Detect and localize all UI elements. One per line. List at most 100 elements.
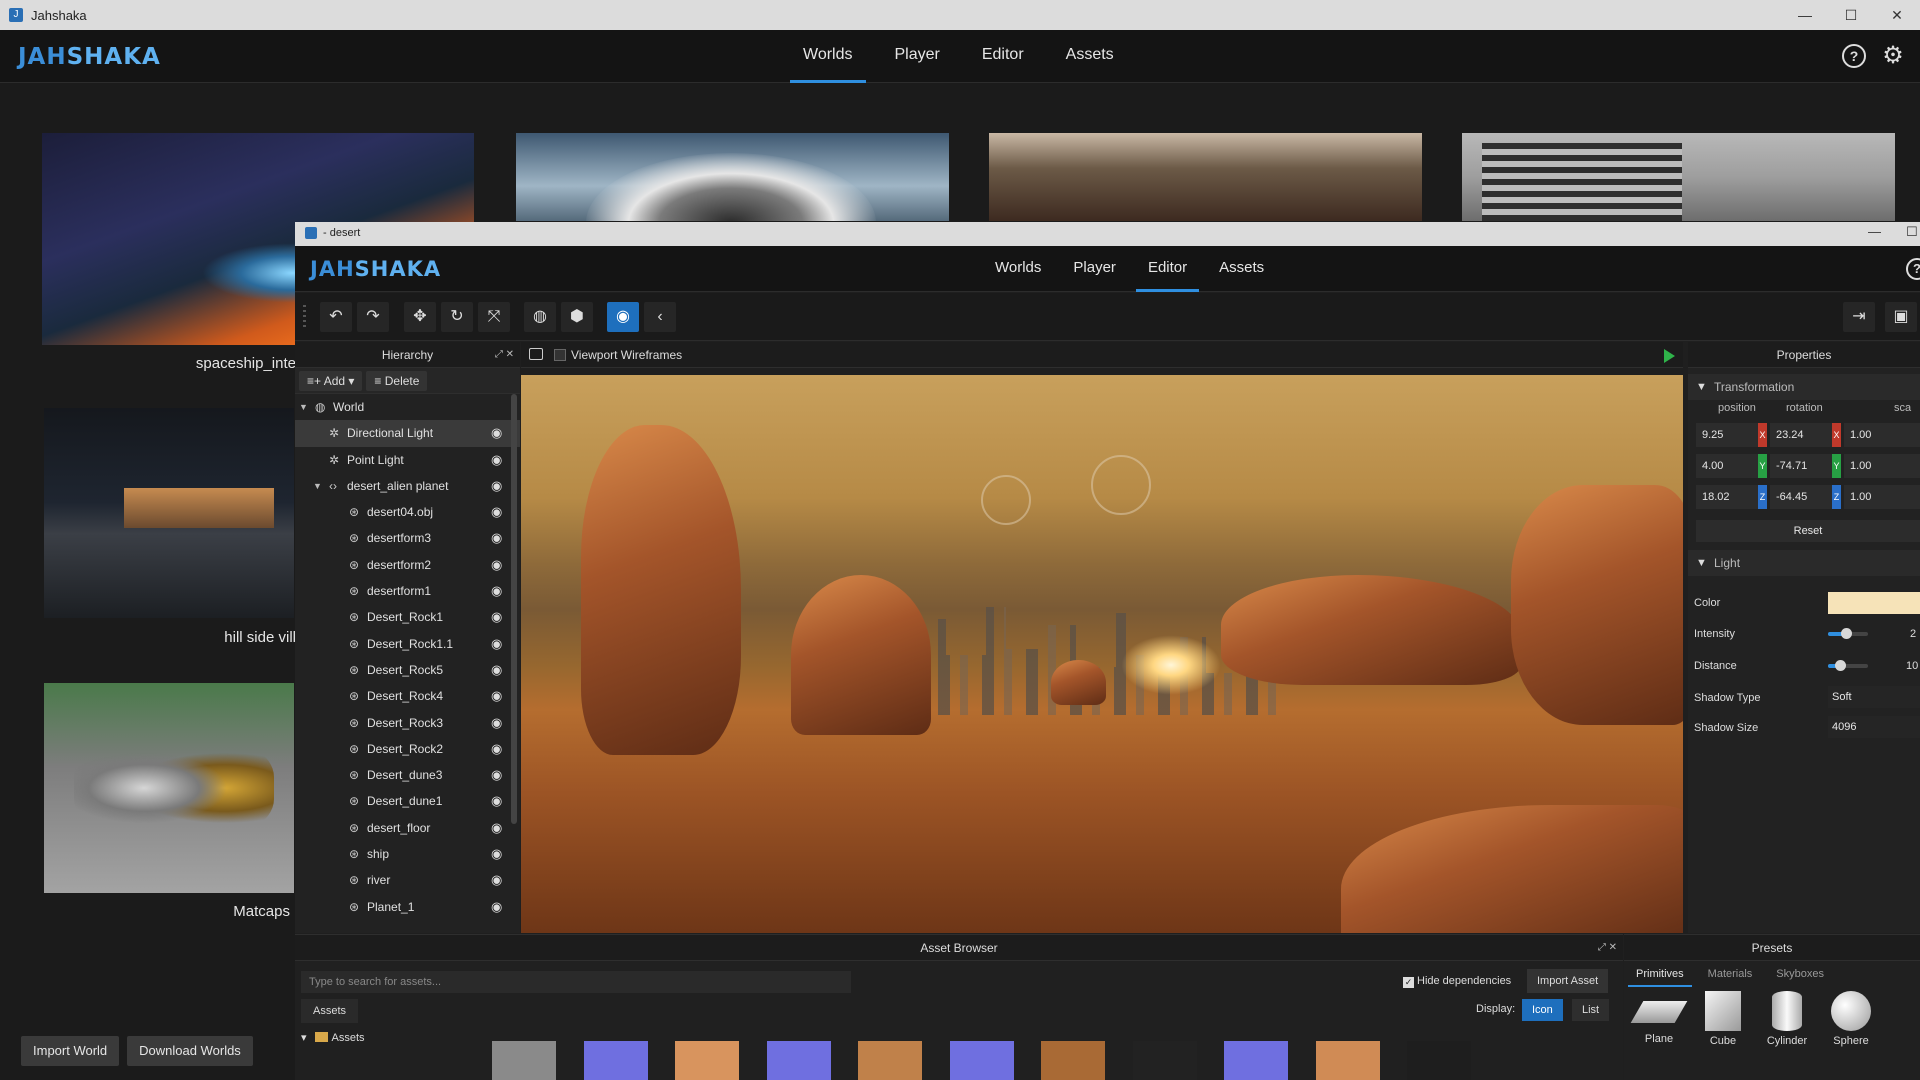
hierarchy-item[interactable]: ⊛ river ◉ (295, 867, 520, 893)
expand-caret-icon[interactable]: ▼ (299, 394, 308, 420)
asset-thumbnail[interactable] (1132, 1041, 1197, 1080)
scale-x-field[interactable]: 1.00 (1844, 423, 1920, 447)
tab-worlds[interactable]: Worlds (788, 30, 868, 83)
visibility-eye-icon[interactable]: ◉ (491, 552, 502, 578)
delete-button[interactable]: ≡ Delete (366, 370, 428, 391)
import-asset-button[interactable]: Import Asset (1527, 969, 1609, 993)
tab-player[interactable]: Player (1061, 246, 1128, 292)
hierarchy-item[interactable]: ⊛ Desert_Rock3 ◉ (295, 710, 520, 736)
asset-thumbnail[interactable] (1315, 1041, 1380, 1080)
hierarchy-item[interactable]: ⊛ Planet_1 ◉ (295, 894, 520, 920)
hide-dependencies-checkbox[interactable]: ✓ Hide dependencies (1403, 975, 1511, 988)
display-list-button[interactable]: List (1572, 999, 1610, 1021)
hierarchy-item[interactable]: ⊛ Desert_Rock2 ◉ (295, 736, 520, 762)
import-world-button[interactable]: Import World (21, 1036, 120, 1066)
minimize-button[interactable]: — (1782, 0, 1828, 30)
hierarchy-item[interactable]: ⊛ ship ◉ (295, 841, 520, 867)
slider-handle[interactable] (1835, 660, 1846, 671)
undo-icon[interactable]: ↶ (320, 302, 352, 332)
help-icon[interactable]: ? (1842, 44, 1866, 68)
panel-float-close-icon[interactable]: ⤢ ✕ (1598, 935, 1617, 961)
world-thumbnail-interior[interactable] (989, 133, 1422, 221)
maximize-button[interactable]: ☐ (1906, 224, 1918, 240)
scale-z-field[interactable]: 1.00 (1844, 485, 1920, 509)
intensity-value[interactable]: 2 (1910, 628, 1916, 640)
visibility-eye-icon[interactable]: ◉ (491, 525, 502, 551)
eye-icon[interactable]: ◉ (607, 302, 639, 332)
visibility-eye-icon[interactable]: ◉ (491, 657, 502, 683)
tab-assets[interactable]: Assets (1051, 30, 1129, 83)
assets-folder[interactable]: ▾ Assets (301, 1031, 365, 1044)
light-section[interactable]: ▼ Light (1688, 550, 1920, 576)
hierarchy-scrollbar[interactable] (511, 394, 517, 824)
expand-caret-icon[interactable]: ▼ (313, 473, 322, 499)
color-swatch[interactable] (1828, 592, 1920, 614)
reset-button[interactable]: Reset (1696, 520, 1920, 542)
asset-thumbnail[interactable] (675, 1041, 739, 1080)
distance-slider[interactable] (1828, 660, 1868, 671)
hierarchy-item[interactable]: ⊛ desert04.obj ◉ (295, 499, 520, 525)
asset-thumbnail[interactable] (583, 1041, 648, 1080)
visibility-eye-icon[interactable]: ◉ (491, 815, 502, 841)
asset-thumbnail[interactable] (766, 1041, 831, 1080)
visibility-eye-icon[interactable]: ◉ (491, 473, 502, 499)
chevron-left-icon[interactable]: ‹ (644, 302, 676, 332)
rotation-x-field[interactable]: 23.24 (1770, 423, 1832, 447)
primitive-plane[interactable]: Plane (1624, 991, 1694, 1045)
visibility-eye-icon[interactable]: ◉ (491, 788, 502, 814)
hierarchy-item[interactable]: ▼ ◍ World (295, 394, 520, 420)
wireframes-checkbox[interactable] (554, 349, 566, 361)
distance-value[interactable]: 10 (1906, 660, 1918, 672)
hierarchy-item[interactable]: ⊛ Desert_Rock4 ◉ (295, 683, 520, 709)
visibility-eye-icon[interactable]: ◉ (491, 578, 502, 604)
tab-editor[interactable]: Editor (967, 30, 1039, 83)
hierarchy-item[interactable]: ⊛ desert_floor ◉ (295, 815, 520, 841)
asset-thumbnail[interactable] (1224, 1041, 1288, 1080)
visibility-eye-icon[interactable]: ◉ (491, 867, 502, 893)
primitive-sphere[interactable]: Sphere (1816, 991, 1886, 1047)
save-icon[interactable]: ▣ (1885, 302, 1917, 332)
hierarchy-item[interactable]: ⊛ desertform3 ◉ (295, 525, 520, 551)
position-z-field[interactable]: 18.02 (1696, 485, 1758, 509)
tab-materials[interactable]: Materials (1696, 961, 1765, 987)
display-icon-button[interactable]: Icon (1522, 999, 1563, 1021)
position-y-field[interactable]: 4.00 (1696, 454, 1758, 478)
close-button[interactable]: ✕ (1874, 0, 1920, 30)
camera-icon[interactable] (529, 348, 543, 360)
visibility-eye-icon[interactable]: ◉ (491, 604, 502, 630)
hierarchy-item[interactable]: ⊛ Desert_Rock1.1 ◉ (295, 631, 520, 657)
visibility-eye-icon[interactable]: ◉ (491, 447, 502, 473)
asset-search-input[interactable]: Type to search for assets... (301, 971, 851, 993)
translate-icon[interactable]: ✥ (404, 302, 436, 332)
play-icon[interactable] (1664, 349, 1675, 363)
rotate-icon[interactable]: ↻ (441, 302, 473, 332)
shadow-type-select[interactable]: Soft (1828, 686, 1920, 708)
world-thumbnail-hillside[interactable] (44, 408, 294, 618)
scale-y-field[interactable]: 1.00 (1844, 454, 1920, 478)
hierarchy-item[interactable]: ⊛ Desert_dune3 ◉ (295, 762, 520, 788)
help-icon[interactable]: ? (1906, 258, 1920, 280)
tab-assets[interactable]: Assets (1207, 246, 1276, 292)
global-space-icon[interactable]: ◍ (524, 302, 556, 332)
gear-icon[interactable]: ⚙ (1880, 44, 1906, 70)
add-button[interactable]: ≡+ Add ▾ (299, 370, 363, 391)
asset-thumbnail[interactable] (949, 1041, 1014, 1080)
hierarchy-item[interactable]: ⊛ desertform2 ◉ (295, 552, 520, 578)
asset-thumbnail[interactable] (1407, 1041, 1471, 1080)
local-space-icon[interactable]: ⬢ (561, 302, 593, 332)
assets-tab[interactable]: Assets (301, 999, 359, 1023)
transformation-section[interactable]: ▼ Transformation (1688, 374, 1920, 400)
visibility-eye-icon[interactable]: ◉ (491, 420, 502, 446)
hierarchy-item[interactable]: ⊛ desertform1 ◉ (295, 578, 520, 604)
primitive-cube[interactable]: Cube (1688, 991, 1758, 1047)
position-x-field[interactable]: 9.25 (1696, 423, 1758, 447)
visibility-eye-icon[interactable]: ◉ (491, 683, 502, 709)
hierarchy-item[interactable]: ✲ Directional Light ◉ (295, 420, 520, 447)
asset-thumbnail[interactable] (858, 1041, 922, 1080)
export-icon[interactable]: ⇥ (1843, 302, 1875, 332)
maximize-button[interactable]: ☐ (1828, 0, 1874, 30)
primitive-cylinder[interactable]: Cylinder (1752, 991, 1822, 1047)
tab-skyboxes[interactable]: Skyboxes (1764, 961, 1836, 987)
hierarchy-item[interactable]: ▼ ‹› desert_alien planet ◉ (295, 473, 520, 499)
panel-float-close-icon[interactable]: ⤢ ✕ (495, 342, 514, 368)
